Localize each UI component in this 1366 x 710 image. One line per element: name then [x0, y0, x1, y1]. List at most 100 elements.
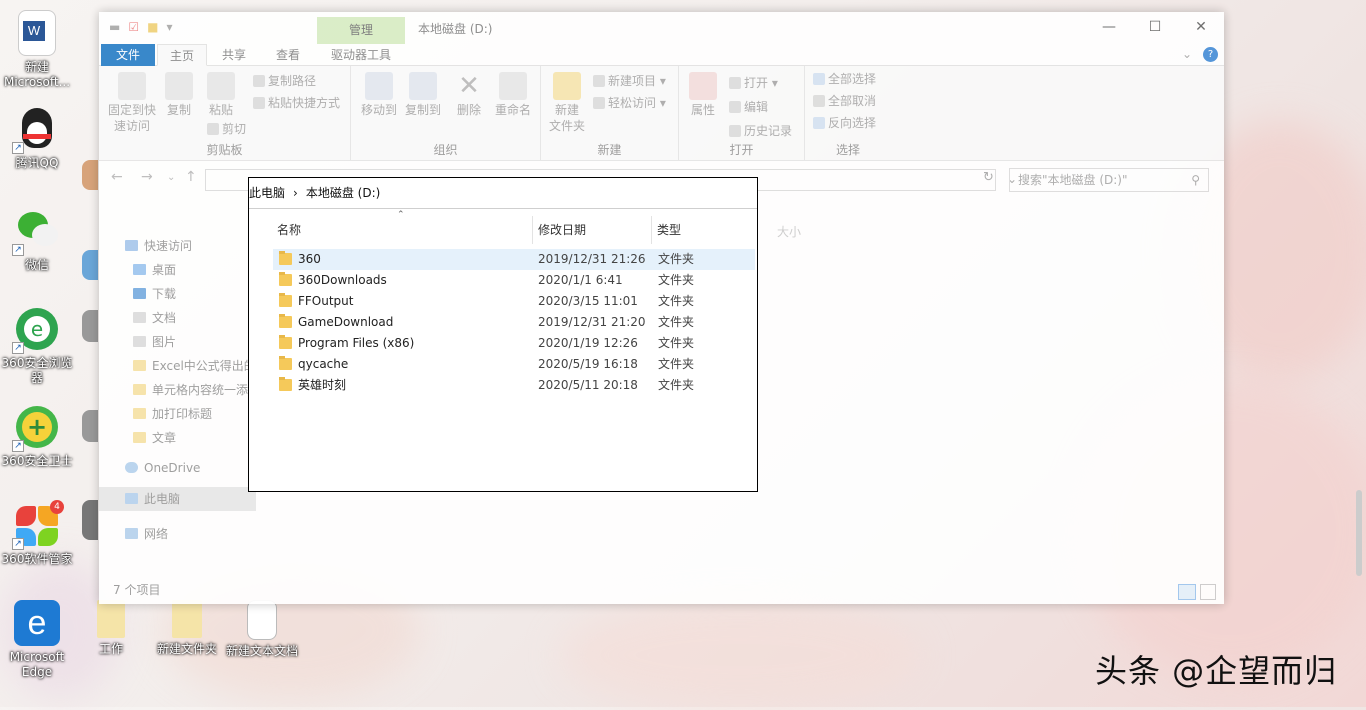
- select-group: 全部选择 全部取消 反向选择 选择: [805, 66, 891, 161]
- clipboard-group-label: 剪贴板: [206, 143, 243, 157]
- rename-button[interactable]: 重命名: [491, 72, 535, 118]
- desktop-icon-label: 新建文件夹: [156, 642, 217, 656]
- search-input[interactable]: 搜索"本地磁盘 (D:)" ⚲: [1009, 168, 1209, 192]
- paste-button[interactable]: 粘贴: [203, 72, 239, 118]
- desktop-icon-360safe[interactable]: + ↗ 360安全卫士: [0, 404, 74, 469]
- desktop-icon-qq[interactable]: ↗ 腾讯QQ: [0, 106, 74, 171]
- new-folder-qa-icon[interactable]: ■: [147, 20, 158, 34]
- desktop-icon-edge[interactable]: e Microsoft Edge: [0, 600, 74, 680]
- file-row[interactable]: 360 2019/12/31 21:26 文件夹: [273, 249, 755, 270]
- manage-tab[interactable]: 管理: [317, 17, 405, 44]
- collapse-ribbon-icon[interactable]: ⌄: [1182, 47, 1192, 61]
- nav-item[interactable]: 图片: [133, 333, 176, 350]
- properties-button[interactable]: 属性: [685, 72, 721, 118]
- download-icon: [133, 288, 146, 299]
- nav-item[interactable]: 文档: [133, 309, 176, 326]
- up-button[interactable]: ↑: [185, 169, 197, 185]
- folder-icon: [279, 293, 292, 307]
- nav-item[interactable]: 文章: [133, 429, 176, 446]
- select-none-icon: [813, 95, 825, 107]
- pin-quick-access-button[interactable]: 固定到快 速访问: [105, 72, 159, 134]
- nav-item[interactable]: Excel中公式得出的: [133, 357, 256, 374]
- drive-icon[interactable]: ▬: [109, 20, 120, 34]
- desktop-icon-360software[interactable]: 4 ↗ 360软件管家: [0, 500, 74, 567]
- cut-button[interactable]: 剪切: [207, 120, 246, 137]
- nav-onedrive[interactable]: OneDrive: [125, 461, 200, 475]
- desktop-icon-new-folder[interactable]: 新建文件夹: [150, 600, 224, 657]
- text-doc-icon: [247, 600, 277, 640]
- invert-selection-button[interactable]: 反向选择: [813, 114, 876, 131]
- close-button[interactable]: ✕: [1178, 12, 1224, 42]
- new-folder-icon: [553, 72, 581, 100]
- easy-access-button[interactable]: 轻松访问 ▾: [593, 94, 666, 111]
- desktop-icon-wechat[interactable]: ↗ 微信: [0, 208, 74, 273]
- new-folder-button[interactable]: 新建 文件夹: [545, 72, 589, 134]
- column-header-type[interactable]: 类型: [657, 218, 681, 242]
- help-icon[interactable]: ?: [1203, 47, 1218, 62]
- desktop-icon-word[interactable]: W 新建 Microsoft...: [0, 10, 74, 90]
- desktop-icon-partial[interactable]: 工作: [78, 600, 144, 657]
- refresh-button[interactable]: ↻: [983, 170, 994, 185]
- customize-qa-icon[interactable]: ▾: [166, 20, 172, 34]
- maximize-button[interactable]: ☐: [1132, 12, 1178, 42]
- qq-icon: ↗: [12, 106, 60, 154]
- recent-locations-button[interactable]: ⌄: [167, 172, 175, 183]
- copy-path-icon: [253, 75, 265, 87]
- nav-quick-access[interactable]: 快速访问: [125, 237, 192, 254]
- file-row[interactable]: qycache 2020/5/19 16:18 文件夹: [273, 354, 755, 375]
- column-header-size[interactable]: 大小: [777, 223, 801, 240]
- desktop-scrollbar[interactable]: [1356, 490, 1362, 576]
- copy-to-button[interactable]: 复制到: [403, 72, 443, 118]
- breadcrumb-separator[interactable]: ›: [293, 186, 298, 200]
- tab-home[interactable]: 主页: [157, 44, 207, 66]
- nav-this-pc[interactable]: 此电脑: [99, 487, 256, 511]
- title-bar: ▬ ☑ ■ ▾ 管理 本地磁盘 (D:) — ☐ ✕: [99, 12, 1224, 44]
- file-row[interactable]: Program Files (x86) 2020/1/19 12:26 文件夹: [273, 333, 755, 354]
- select-none-button[interactable]: 全部取消: [813, 92, 876, 109]
- folder-icon: [279, 356, 292, 370]
- new-item-button[interactable]: 新建项目 ▾: [593, 72, 666, 89]
- delete-button[interactable]: ✕ 删除: [451, 72, 487, 118]
- nav-item[interactable]: 下载: [133, 285, 176, 302]
- desktop-icon-text-doc[interactable]: 新建文本文档: [225, 600, 299, 659]
- column-header-date[interactable]: 修改日期: [538, 218, 586, 242]
- back-button[interactable]: ←: [111, 169, 123, 185]
- nav-item[interactable]: 单元格内容统一添加: [133, 381, 260, 398]
- minimize-button[interactable]: —: [1086, 12, 1132, 42]
- desktop-icon-360browser[interactable]: e ↗ 360安全浏览器: [0, 306, 74, 386]
- history-button[interactable]: 历史记录: [729, 122, 792, 139]
- nav-item[interactable]: 加打印标题: [133, 405, 212, 422]
- move-to-button[interactable]: 移动到: [359, 72, 399, 118]
- breadcrumb[interactable]: 此电脑 › 本地磁盘 (D:): [249, 178, 757, 209]
- 360-software-icon: 4 ↗: [12, 500, 64, 550]
- file-row[interactable]: FFOutput 2020/3/15 11:01 文件夹: [273, 291, 755, 312]
- nav-network[interactable]: 网络: [125, 525, 168, 542]
- tab-view[interactable]: 查看: [265, 44, 311, 66]
- select-all-button[interactable]: 全部选择: [813, 70, 876, 87]
- column-divider[interactable]: [651, 216, 652, 244]
- tab-file[interactable]: 文件: [101, 44, 155, 66]
- breadcrumb-this-pc[interactable]: 此电脑: [249, 186, 285, 200]
- breadcrumb-drive[interactable]: 本地磁盘 (D:): [306, 186, 380, 200]
- tab-drive-tools[interactable]: 驱动器工具: [317, 44, 405, 66]
- large-icons-view-icon[interactable]: [1200, 584, 1216, 600]
- file-row[interactable]: 360Downloads 2020/1/1 6:41 文件夹: [273, 270, 755, 291]
- column-header-name[interactable]: 名称: [277, 218, 301, 242]
- clipboard-group: 固定到快 速访问 复制 粘贴 复制路径 粘贴快捷方式 剪切 剪贴板: [99, 66, 351, 161]
- folder-icon: [97, 600, 125, 638]
- properties-qa-icon[interactable]: ☑: [128, 20, 139, 34]
- file-row[interactable]: 英雄时刻 2020/5/11 20:18 文件夹: [273, 375, 755, 396]
- edit-button[interactable]: 编辑: [729, 98, 768, 115]
- desktop-icon-label: 新建 Microsoft...: [3, 60, 71, 89]
- forward-button[interactable]: →: [141, 169, 153, 185]
- file-row[interactable]: GameDownload 2019/12/31 21:20 文件夹: [273, 312, 755, 333]
- paste-shortcut-button[interactable]: 粘贴快捷方式: [253, 94, 340, 111]
- desktop-icon-label: 360安全卫士: [1, 454, 73, 468]
- details-view-icon[interactable]: [1178, 584, 1196, 600]
- nav-item[interactable]: 桌面: [133, 261, 176, 278]
- column-divider[interactable]: [532, 216, 533, 244]
- copy-button[interactable]: 复制: [161, 72, 197, 118]
- open-button[interactable]: 打开 ▾: [729, 74, 778, 91]
- copy-path-button[interactable]: 复制路径: [253, 72, 316, 89]
- tab-share[interactable]: 共享: [211, 44, 257, 66]
